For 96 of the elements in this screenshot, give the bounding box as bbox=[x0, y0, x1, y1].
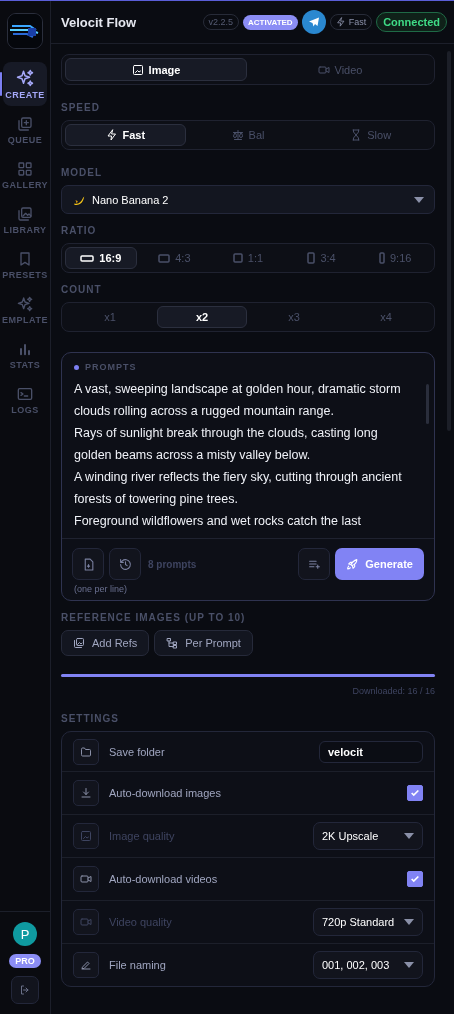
aspect-ratio-icon bbox=[307, 252, 316, 264]
reference-button[interactable]: Add Refs bbox=[61, 630, 150, 656]
caret-icon bbox=[414, 196, 424, 203]
dropdown[interactable]: 001, 002, 003 bbox=[313, 951, 423, 979]
checkbox[interactable] bbox=[407, 785, 423, 801]
download-icon bbox=[80, 787, 92, 799]
sidebar-item[interactable]: GALLERY bbox=[3, 154, 47, 196]
queue-add-icon bbox=[17, 116, 33, 132]
pencil-icon bbox=[80, 959, 92, 971]
setting-label: Video quality bbox=[109, 916, 172, 928]
option-tab[interactable]: x3 bbox=[249, 306, 339, 328]
connection-status: Connected bbox=[376, 12, 447, 32]
option-tab[interactable]: 9:16 bbox=[359, 247, 431, 269]
option-tab[interactable]: x1 bbox=[65, 306, 155, 328]
import-file-button[interactable] bbox=[72, 548, 104, 580]
sidebar-item[interactable]: LIBRARY bbox=[3, 199, 47, 241]
setting-label: File naming bbox=[109, 959, 166, 971]
section-label: REFERENCE IMAGES (UP TO 10) bbox=[61, 612, 247, 623]
option-tab[interactable]: 3:4 bbox=[285, 247, 358, 269]
history-icon bbox=[118, 557, 132, 571]
sidebar-item[interactable]: LOGS bbox=[3, 379, 47, 421]
logout-button[interactable] bbox=[11, 976, 39, 1004]
setting-label: Image quality bbox=[109, 830, 175, 842]
check-icon bbox=[410, 788, 420, 798]
video-camera-icon bbox=[80, 916, 92, 928]
app-title: Velocit Flow bbox=[61, 14, 137, 30]
option-tab[interactable]: x4 bbox=[341, 306, 431, 328]
check-icon bbox=[410, 874, 420, 884]
checkbox[interactable] bbox=[407, 871, 423, 887]
add-list-button[interactable] bbox=[298, 548, 331, 580]
aspect-ratio-icon bbox=[80, 254, 95, 262]
reference-button[interactable]: Per Prompt bbox=[154, 630, 253, 656]
image-icon bbox=[131, 63, 144, 76]
hierarchy-icon bbox=[166, 637, 179, 649]
bolt-icon bbox=[335, 17, 346, 27]
option-tab[interactable]: 4:3 bbox=[138, 247, 211, 269]
grid-icon bbox=[17, 161, 33, 177]
section-label: SPEED bbox=[61, 102, 101, 113]
model-select[interactable]: Nano Banana 2 bbox=[61, 185, 435, 214]
plan-badge: PRO bbox=[9, 954, 41, 968]
scrollbar[interactable] bbox=[426, 384, 429, 424]
option-tab[interactable]: 16:9 bbox=[65, 247, 137, 269]
image-stack-icon bbox=[17, 206, 33, 222]
prompt-textarea[interactable]: A vast, sweeping landscape at golden hour, dramatic storm clouds rolling across a rugged mountain range. Rays of sunlight break through the clouds, casting long golden beams across a misty valley below. A winding river reflects the fiery sky, cutting through ancient forests of towering pine trees. Foreground wildflowers and wet rocks catch the last bbox=[74, 378, 412, 532]
caret-icon bbox=[404, 962, 414, 968]
option-tab[interactable]: Image bbox=[65, 58, 247, 81]
option-tab[interactable]: Video bbox=[249, 58, 431, 81]
sidebar-item[interactable]: PRESETS bbox=[3, 244, 47, 286]
video-camera-icon bbox=[80, 873, 92, 885]
sidebar-item[interactable]: EMPLATE bbox=[3, 289, 47, 331]
sidebar-item[interactable]: STATS bbox=[3, 334, 47, 376]
license-badge: ACTIVATED bbox=[243, 14, 298, 30]
prompt-count: 8 prompts bbox=[148, 558, 197, 570]
paper-plane-icon bbox=[307, 16, 320, 28]
aspect-ratio-icon bbox=[378, 252, 385, 264]
image-icon bbox=[80, 830, 92, 842]
telegram-button[interactable] bbox=[301, 10, 326, 34]
bolt-icon bbox=[105, 129, 118, 141]
bar-chart-icon bbox=[17, 341, 33, 357]
option-tab[interactable]: Bal bbox=[187, 124, 309, 146]
option-tab[interactable]: 1:1 bbox=[212, 247, 284, 269]
logo-icon bbox=[7, 13, 43, 49]
hint-text: (one per line) bbox=[73, 584, 129, 596]
aspect-ratio-icon bbox=[232, 253, 243, 263]
dot-icon bbox=[74, 364, 79, 370]
section-label: MODEL bbox=[61, 167, 104, 178]
avatar[interactable]: P bbox=[13, 922, 37, 946]
folder-field[interactable]: velocit bbox=[319, 740, 423, 763]
sidebar-item[interactable]: QUEUE bbox=[3, 109, 47, 151]
logout-icon bbox=[19, 984, 31, 996]
setting-label: Auto-download images bbox=[109, 787, 221, 799]
section-label: PROMPTS bbox=[85, 362, 137, 372]
sparkle-icon bbox=[17, 296, 33, 312]
caret-icon bbox=[404, 833, 414, 839]
aspect-ratio-icon bbox=[158, 253, 171, 263]
download-status: Downloaded: 16 / 16 bbox=[351, 686, 435, 696]
setting-label: Save folder bbox=[109, 745, 165, 758]
option-tab[interactable]: x2 bbox=[157, 306, 247, 328]
section-label: SETTINGS bbox=[61, 713, 120, 724]
option-tab[interactable]: Slow bbox=[310, 124, 431, 146]
bookmark-icon bbox=[17, 251, 33, 267]
image-stack-icon bbox=[73, 637, 85, 649]
terminal-icon bbox=[17, 386, 33, 402]
option-tab[interactable]: Fast bbox=[65, 124, 186, 146]
generate-button[interactable]: Generate bbox=[335, 548, 424, 580]
sidebar-item[interactable]: CREATE bbox=[3, 62, 47, 106]
history-button[interactable] bbox=[109, 548, 141, 580]
section-label: RATIO bbox=[61, 225, 98, 236]
sparkle-icon bbox=[16, 69, 34, 87]
scale-icon bbox=[231, 129, 244, 141]
rocket-icon bbox=[346, 557, 360, 571]
folder-icon bbox=[80, 745, 92, 758]
video-camera-icon bbox=[317, 63, 330, 76]
setting-label: Auto-download videos bbox=[109, 873, 218, 885]
section-label: COUNT bbox=[61, 284, 103, 295]
caret-icon bbox=[404, 919, 414, 925]
